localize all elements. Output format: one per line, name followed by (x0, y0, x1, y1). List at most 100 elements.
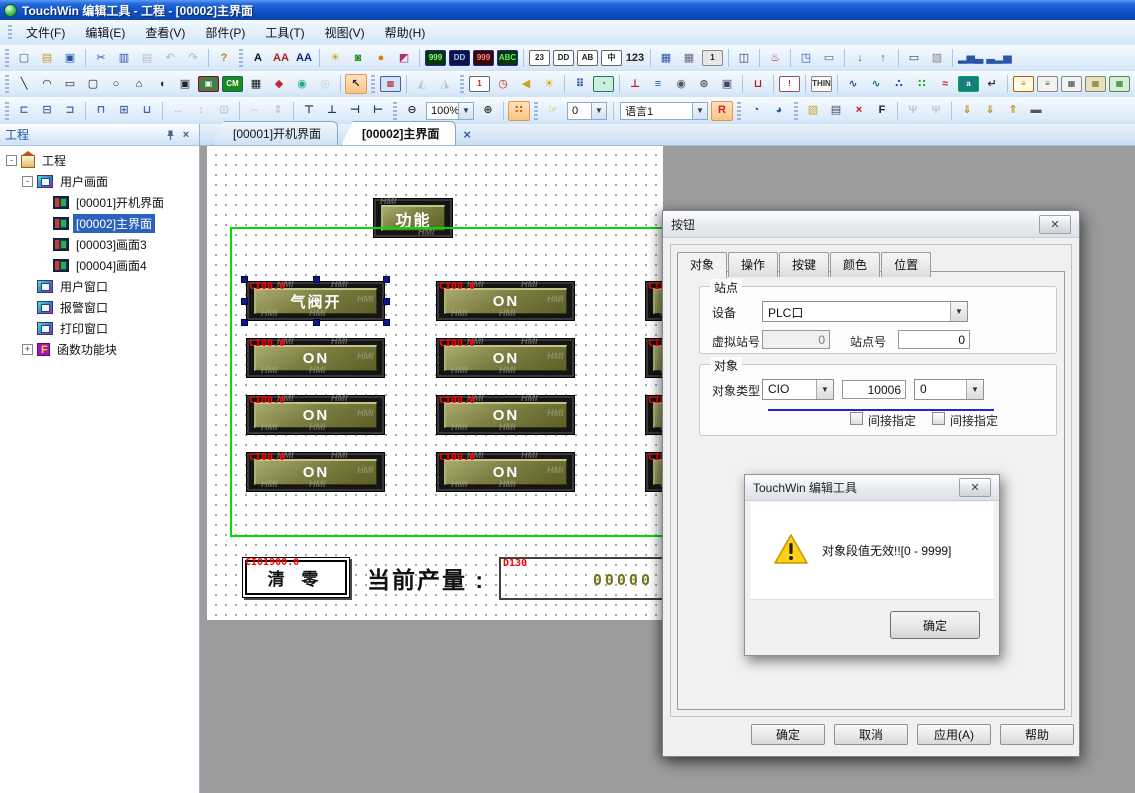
grid-toggle-icon[interactable]: ∷ (508, 101, 530, 121)
new-file-icon[interactable]: ▢ (13, 48, 35, 68)
align-left-icon[interactable]: ⊏ (13, 101, 35, 121)
virtual-station-input[interactable]: 0 (762, 330, 830, 349)
trend-graph-icon[interactable]: ∿ (842, 74, 864, 94)
tree-item-user-windows[interactable]: 用户窗口 (0, 276, 199, 297)
line-feed-icon[interactable]: ↵ (981, 74, 1003, 94)
backlight-icon[interactable]: ☀ (538, 74, 560, 94)
data-table-icon[interactable]: ▦ (1061, 76, 1082, 92)
digital-display-icon[interactable]: 999 (425, 50, 446, 66)
dialog-close-icon[interactable]: ✕ (1039, 215, 1071, 234)
menu-view[interactable]: 查看(V) (135, 20, 195, 45)
digital-input-icon[interactable]: 23 (529, 50, 550, 66)
dialog-tab-按键[interactable]: 按键 (779, 252, 829, 277)
device-select[interactable]: PLC口 ▼ (762, 301, 968, 322)
redo-icon[interactable]: ↷ (182, 48, 204, 68)
xy-graph-icon[interactable]: ∿ (865, 74, 887, 94)
select-cursor-icon[interactable]: ↖ (345, 74, 367, 94)
alarm-list-icon[interactable]: ≡ (1013, 76, 1034, 92)
ok-button[interactable]: 确定 (751, 724, 825, 745)
scale-icon[interactable]: ⠿ (569, 74, 591, 94)
lamp-button-icon[interactable]: ◙ (347, 48, 369, 68)
hmi-button-widget[interactable]: CI00.0ONHMIHMIHMIHMIHMI (246, 395, 385, 435)
alarm-display-icon[interactable]: 999 (473, 50, 494, 66)
device-info-icon[interactable]: ▬ (1025, 101, 1047, 121)
upload-window-icon[interactable]: ↑ (872, 48, 894, 68)
delete-screen-icon[interactable]: × (848, 101, 870, 121)
language-select[interactable]: 语言1▼ (620, 102, 708, 120)
dialog-tab-颜色[interactable]: 颜色 (830, 252, 880, 277)
help-button[interactable]: 帮助 (1000, 724, 1074, 745)
align-top-icon[interactable]: ⊓ (90, 101, 112, 121)
save-icon[interactable]: ▣ (59, 48, 81, 68)
print-icon[interactable]: ♨ (764, 48, 786, 68)
selection-handle[interactable] (241, 298, 248, 305)
tree-item-project[interactable]: -工程 (0, 150, 199, 171)
selection-handle[interactable] (313, 276, 320, 283)
multi-trend-icon[interactable]: ≈ (934, 74, 956, 94)
picture-icon[interactable]: ▣ (198, 76, 219, 92)
tree-item-screen-00004[interactable]: [00004]画面4 (0, 255, 199, 276)
arc-icon[interactable]: ◠ (36, 74, 58, 94)
screen-jump-icon[interactable]: ◫ (733, 48, 755, 68)
dynamic-text-icon[interactable]: AA (270, 48, 292, 68)
buzzer-icon[interactable]: ◀ (515, 74, 537, 94)
hmi-button-widget[interactable]: CI00.0ONHMIHMIHMIHMIHMI (436, 395, 575, 435)
window-plain-icon[interactable]: ▭ (818, 48, 840, 68)
hmi-button-widget[interactable]: CI00.0气阀开HMIHMIHMIHMIHMI (246, 281, 385, 321)
rounded-rect-icon[interactable]: ▢ (82, 74, 104, 94)
selection-handle[interactable] (241, 276, 248, 283)
download-window-icon[interactable]: ↓ (849, 48, 871, 68)
chinese-input-icon[interactable]: 中 (601, 50, 622, 66)
dialog-tab-对象[interactable]: 对象 (677, 252, 727, 278)
align-bottom-icon[interactable]: ⊔ (136, 101, 158, 121)
new-screen-icon[interactable]: ▧ (802, 101, 824, 121)
tree-item-alarm-windows[interactable]: 报警窗口 (0, 297, 199, 318)
hmi-button-widget[interactable]: CI00.0ONHMIHMIHMIHMIHMI (645, 338, 663, 378)
indirect-checkbox-1[interactable] (850, 412, 863, 425)
chevron-down-icon[interactable]: ▼ (966, 380, 983, 399)
menu-edit[interactable]: 编辑(E) (75, 20, 135, 45)
hmi-button-widget[interactable]: CI00.0ONHMIHMIHMIHMIHMI (436, 452, 575, 492)
snap-right-icon[interactable]: ⊢ (367, 101, 389, 121)
align-middle-icon[interactable]: ⊟ (36, 101, 58, 121)
copy-icon[interactable]: ▥ (113, 48, 135, 68)
pipe-icon[interactable]: ≡ (647, 74, 669, 94)
frame-icon[interactable]: ▣ (174, 74, 196, 94)
zoom-out-icon[interactable]: ⊖ (401, 101, 423, 121)
align-center-icon[interactable]: ⊞ (113, 101, 135, 121)
color-fill-icon[interactable]: ◆ (268, 74, 290, 94)
date-icon[interactable]: 1 (469, 76, 490, 92)
ascii-input-icon[interactable]: AB (577, 50, 598, 66)
pump-icon[interactable]: ◉ (670, 74, 692, 94)
hmi-button-widget[interactable]: CI00.0ONHMIHMIHMIHMIHMI (645, 452, 663, 492)
rotate-animation-icon[interactable]: ◮ (434, 74, 456, 94)
download-program-icon[interactable]: ⇓ (956, 101, 978, 121)
tank-icon[interactable]: ⊔ (747, 74, 769, 94)
round-button-icon[interactable]: ● (370, 48, 392, 68)
keyboard-icon[interactable]: ▦ (655, 48, 677, 68)
tree-item-screen-00001[interactable]: [00001]开机界面 (0, 192, 199, 213)
state-select[interactable]: 0▼ (567, 102, 607, 120)
same-size-icon[interactable]: ⊡ (213, 101, 235, 121)
simulate-view-icon[interactable]: ◕ (768, 101, 790, 121)
bar-graph-icon[interactable]: ▂▅▃ (957, 48, 984, 68)
undo-icon[interactable]: ↶ (159, 48, 181, 68)
function-button-widget[interactable]: 功能HMIHMI (373, 198, 453, 238)
user-input-icon[interactable]: 1 (702, 50, 723, 66)
thin-mode-icon[interactable]: THIN (811, 76, 832, 92)
selection-handle[interactable] (313, 319, 320, 326)
chevron-down-icon[interactable]: ▼ (458, 103, 473, 119)
text-lib-icon[interactable]: a (958, 76, 979, 92)
screen-properties-icon[interactable]: ▤ (825, 101, 847, 121)
sample-export-icon[interactable]: ▦ (1109, 76, 1130, 92)
text-display-icon[interactable]: ABC (497, 50, 518, 66)
tree-item-screen-00003[interactable]: [00003]画面3 (0, 234, 199, 255)
tree-expander-icon[interactable]: + (22, 344, 33, 355)
color-wheel-icon[interactable]: ◉ (291, 74, 313, 94)
tab-screen-00001[interactable]: [00001]开机界面 (212, 121, 338, 145)
fan-icon[interactable]: ⊛ (693, 74, 715, 94)
tree-item-screen-00002[interactable]: [00002]主界面 (0, 213, 199, 234)
motor-icon[interactable]: ▣ (716, 74, 738, 94)
tree-item-function-blocks[interactable]: +函数功能块 (0, 339, 199, 360)
selection-handle[interactable] (383, 276, 390, 283)
